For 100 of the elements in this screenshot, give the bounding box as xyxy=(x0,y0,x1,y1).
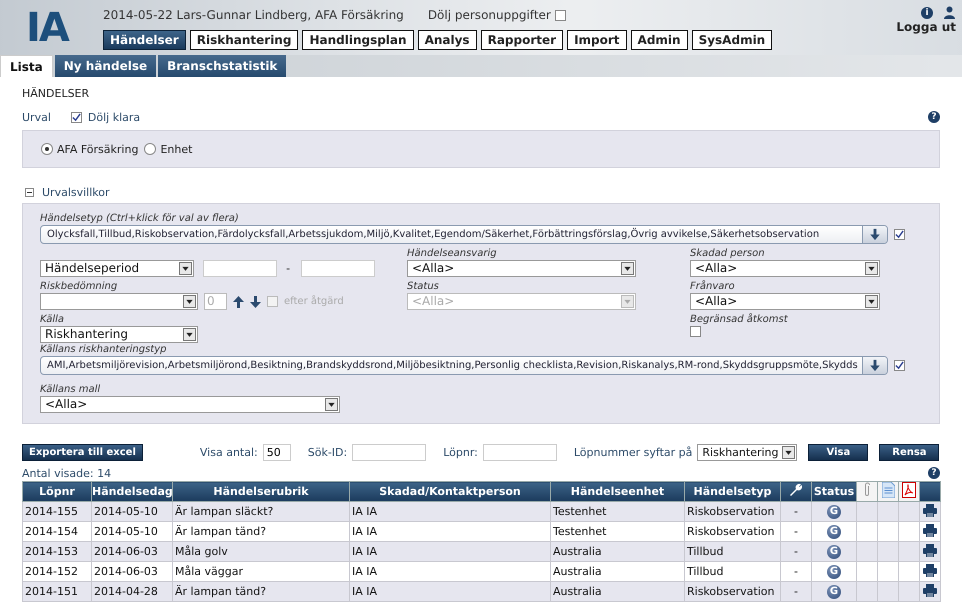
period-select[interactable]: Händelseperiod xyxy=(40,260,194,277)
select-all-checkbox[interactable] xyxy=(894,360,905,371)
caret-icon xyxy=(621,262,634,275)
show-button[interactable]: Visa xyxy=(808,444,868,460)
template-select[interactable]: <Alla> xyxy=(40,396,340,413)
field-label: Händelsetyp (Ctrl+klick för val av flera) xyxy=(40,212,240,225)
responsible-select[interactable]: <Alla> xyxy=(407,260,636,277)
table-cell: Riskobservation xyxy=(684,582,780,602)
caret-icon xyxy=(865,295,878,308)
caret-icon xyxy=(183,328,196,341)
event-type-select[interactable]: Olycksfall,Tillbud,Riskobservation,Färdolycksfall,Arbetssjukdom,Miljö,Kvalitet,Egendom/Säkerhet,Förbättringsförslag,Övrig avvikelse,Säkerhetsobservation xyxy=(40,225,888,244)
column-header[interactable]: Händelserubrik xyxy=(172,482,350,502)
table-cell: 2014-05-10 xyxy=(92,502,172,522)
print-icon[interactable] xyxy=(923,584,937,596)
arrow-down-icon xyxy=(862,226,887,243)
field-label: Källa xyxy=(40,313,66,326)
clear-button[interactable]: Rensa xyxy=(879,444,940,460)
print-icon[interactable] xyxy=(923,564,937,576)
status-badge: G xyxy=(827,565,841,579)
info-icon[interactable]: i xyxy=(921,6,933,18)
refers-select[interactable]: Riskhantering xyxy=(697,444,798,460)
criteria-title: Urvalsvillkor xyxy=(42,186,110,198)
status-badge: G xyxy=(827,505,841,519)
search-id-field[interactable] xyxy=(352,444,426,460)
date-from-field[interactable] xyxy=(203,260,278,277)
field-label: Frånvaro xyxy=(690,280,736,293)
print-icon[interactable] xyxy=(923,524,937,536)
radio-button[interactable] xyxy=(144,143,156,155)
export-button[interactable]: Exportera till excel xyxy=(22,444,143,460)
nav-button[interactable]: Händelser xyxy=(103,30,186,50)
source-type-select[interactable]: AMI,Arbetsmiljörevision,Arbetsmiljörond,Besiktning,Brandskyddsrond,Miljöbesiktning,Personlig checklista,Revision,Riskanalys,RM-rond,Skyddsgruppsmöte,Skydds xyxy=(40,356,888,375)
hide-done-label: Dölj klara xyxy=(88,110,140,124)
risk-select[interactable] xyxy=(40,293,198,310)
tab[interactable]: Ny händelse xyxy=(54,55,156,77)
nav-button[interactable]: Handlingsplan xyxy=(302,30,414,50)
column-header[interactable]: Händelseenhet xyxy=(550,482,684,502)
column-header[interactable]: Status xyxy=(812,482,856,502)
page-title: HÄNDELSER xyxy=(22,87,90,102)
table-cell: - xyxy=(780,582,812,602)
user-info: 2014-05-22 Lars-Gunnar Lindberg, AFA Försäkring xyxy=(103,8,404,22)
table-cell: Är lampan tänd? xyxy=(172,582,350,602)
status-badge: G xyxy=(827,545,841,559)
caret-icon xyxy=(865,262,878,275)
table-cell: IA IA xyxy=(350,542,550,562)
restricted-checkbox[interactable] xyxy=(690,326,701,337)
field-label: Källans mall xyxy=(40,383,102,396)
table-cell: IA IA xyxy=(350,502,550,522)
show-count-field[interactable]: 50 xyxy=(262,444,291,460)
hide-personal-checkbox[interactable] xyxy=(554,10,566,20)
radio-button[interactable] xyxy=(41,143,53,155)
absence-select[interactable]: <Alla> xyxy=(690,293,880,310)
user-icon[interactable] xyxy=(943,6,956,19)
table-cell: 2014-151 xyxy=(22,582,92,602)
caret-icon xyxy=(183,295,196,308)
arrow-up-icon[interactable] xyxy=(233,296,244,308)
show-count-label: Visa antal: xyxy=(200,446,258,458)
print-icon[interactable] xyxy=(923,504,937,516)
help-icon[interactable]: ? xyxy=(928,467,940,479)
nav-button[interactable]: Rapporter xyxy=(480,30,564,50)
source-select[interactable]: Riskhantering xyxy=(40,326,198,343)
nav-button[interactable]: SysAdmin xyxy=(692,30,772,50)
table-cell: - xyxy=(780,502,812,522)
field-label: Skadad person xyxy=(690,247,766,260)
table-cell: - xyxy=(780,542,812,562)
table-cell: Australia xyxy=(550,582,684,602)
nav-button[interactable]: Import xyxy=(567,30,627,50)
nav-button[interactable]: Analys xyxy=(418,30,477,50)
result-count: Antal visade: 14 xyxy=(22,466,112,480)
tab[interactable]: Branschstatistik xyxy=(158,55,286,77)
document-icon xyxy=(882,482,894,498)
table-cell: IA IA xyxy=(350,582,550,602)
table-cell: Riskobservation xyxy=(684,502,780,522)
tab[interactable]: Lista xyxy=(0,55,53,77)
field-label: Begränsad åtkomst xyxy=(690,313,789,326)
number-field[interactable] xyxy=(482,444,557,460)
injured-select[interactable]: <Alla> xyxy=(690,260,880,277)
column-header[interactable]: Händelsetyp xyxy=(684,482,780,502)
search-id-label: Sök-ID: xyxy=(308,446,348,458)
hide-done-checkbox[interactable] xyxy=(70,112,82,122)
nav-button[interactable]: Admin xyxy=(630,30,688,50)
column-header[interactable]: Skadad/Kontaktperson xyxy=(350,482,550,502)
arrow-down-icon[interactable] xyxy=(250,296,261,308)
pdf-icon xyxy=(902,482,916,498)
column-header[interactable]: Löpnr xyxy=(22,482,92,502)
collapse-icon[interactable] xyxy=(25,188,34,196)
print-icon[interactable] xyxy=(923,544,937,556)
table-cell: Testenhet xyxy=(550,502,684,522)
logout-link[interactable]: Logga ut xyxy=(896,20,956,34)
field-label: Status xyxy=(407,280,440,293)
caret-icon xyxy=(621,295,634,308)
select-all-checkbox[interactable] xyxy=(894,229,905,240)
table-cell: 2014-06-03 xyxy=(92,542,172,562)
date-to-field[interactable] xyxy=(301,260,375,277)
logo: IA xyxy=(25,4,70,53)
nav-button[interactable]: Riskhantering xyxy=(190,30,298,50)
caret-icon xyxy=(179,262,192,275)
column-header[interactable]: Händelsedag xyxy=(92,482,172,502)
help-icon[interactable]: ? xyxy=(928,111,940,123)
table-cell: 2014-155 xyxy=(22,502,92,522)
number-label: Löpnr: xyxy=(443,446,478,458)
